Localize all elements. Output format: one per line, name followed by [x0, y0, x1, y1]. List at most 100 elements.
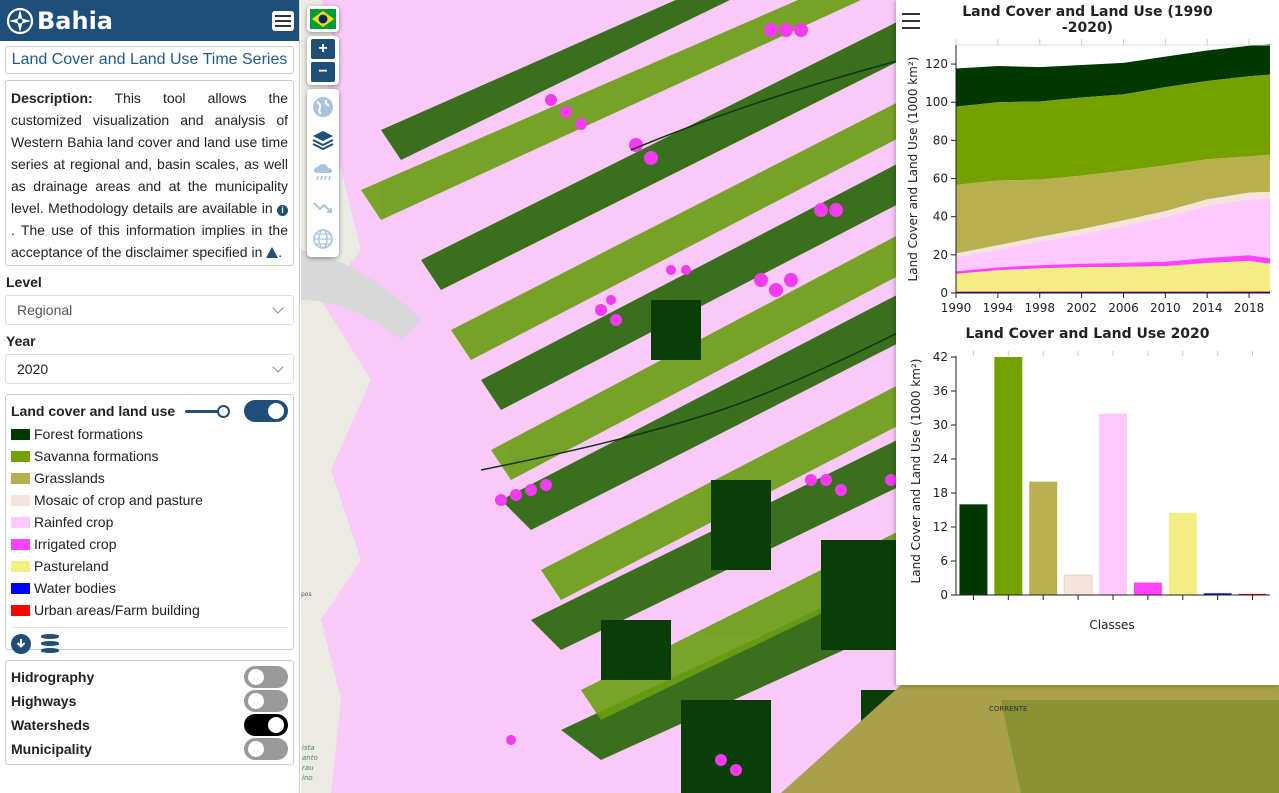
legend-item: Irrigated crop: [11, 533, 288, 555]
legend-item-label: Grasslands: [34, 470, 105, 486]
legend-swatch: [11, 428, 30, 440]
area-x-tick-label: 2002: [1066, 301, 1097, 315]
area-x-tick-label: 1990: [941, 301, 972, 315]
layer-toggle-municipality[interactable]: [244, 738, 288, 760]
legend-swatch: [11, 494, 30, 506]
legend-item: Water bodies: [11, 577, 288, 599]
top-bar: Bahia: [0, 0, 299, 41]
bar-y-tick-label: 18: [933, 486, 948, 500]
layer-toggle-hidrography[interactable]: [244, 666, 288, 688]
sidebar-menu-button[interactable]: [272, 10, 294, 31]
area-y-tick-label: 0: [940, 286, 948, 300]
description-text-3: .: [278, 244, 283, 260]
layer-toggle-highways[interactable]: [244, 690, 288, 712]
area-y-axis-label: Land Cover and Land Use (1000 km²): [906, 57, 920, 282]
map-water-label-2: anto: [302, 754, 318, 762]
brazil-flag-icon: [310, 9, 336, 29]
warning-icon[interactable]: [266, 247, 279, 258]
layer-label: Municipality: [11, 741, 92, 757]
legend-list: Forest formations Savanna formations Grass…: [11, 423, 288, 621]
description-text-2: . The use of this information implies in…: [11, 222, 288, 260]
legend-item: Pastureland: [11, 555, 288, 577]
zoom-in-button[interactable]: +: [311, 39, 335, 59]
legend-item: Urban areas/Farm building: [11, 599, 288, 621]
legend-swatch: [11, 450, 30, 462]
layer-label: Watersheds: [11, 717, 90, 733]
bar-y-tick-label: 6: [940, 554, 948, 568]
area-y-tick-label: 40: [933, 210, 948, 224]
globe-icon[interactable]: [310, 92, 336, 122]
bar-y-tick-label: 42: [933, 350, 948, 364]
tools-toolbar: [307, 89, 339, 257]
chart-panel: Land Cover and Land Use (1990 -2020) Lan…: [896, 0, 1279, 685]
legend-panel: Land cover and land use Forest formation…: [5, 394, 294, 654]
app-root: Bahia Land Cover and Land Use Time Serie…: [0, 0, 1279, 793]
bar-grasslands: [1029, 481, 1058, 595]
legend-item-label: Pastureland: [34, 558, 109, 574]
level-value: Regional: [17, 302, 73, 318]
level-label: Level: [6, 274, 42, 290]
zoom-controls: + −: [307, 36, 339, 85]
area-x-tick-label: 2010: [1150, 301, 1181, 315]
bar-pastureland: [1168, 512, 1197, 595]
layer-row-hidrography: Hidrography: [11, 665, 288, 689]
layer-toggle-watersheds[interactable]: [244, 714, 288, 736]
level-select[interactable]: Regional: [5, 295, 294, 325]
area-x-tick-label: 2006: [1108, 301, 1139, 315]
language-selector[interactable]: [307, 6, 339, 32]
brand-name: Bahia: [37, 6, 113, 35]
year-label: Year: [6, 333, 36, 349]
description-box: Description: This tool allows the custom…: [5, 80, 294, 266]
bar-y-tick-label: 12: [933, 520, 948, 534]
chevron-down-icon: [272, 302, 284, 314]
map-controls: + −: [307, 6, 339, 257]
layer-label: Highways: [11, 693, 77, 709]
bar-x-axis-label: Classes: [1089, 618, 1134, 632]
map-town-label: CORRENTE: [989, 705, 1027, 713]
legend-item-label: Forest formations: [34, 426, 143, 442]
land-cover-toggle[interactable]: [244, 400, 288, 422]
legend-item-label: Rainfed crop: [34, 514, 114, 530]
database-icon[interactable]: [41, 634, 59, 654]
trend-icon[interactable]: [310, 191, 336, 221]
bar-forest-formations: [959, 504, 988, 595]
legend-swatch: [11, 472, 30, 484]
area-x-tick-label: 1994: [983, 301, 1014, 315]
bar-rainfed-crop: [1099, 413, 1127, 595]
legend-swatch: [11, 538, 30, 550]
map-water-label-3: rau: [302, 764, 314, 772]
layer-row-highways: Highways: [11, 689, 288, 713]
year-value: 2020: [17, 361, 49, 377]
rain-icon[interactable]: [310, 158, 336, 188]
area-y-tick-label: 80: [933, 133, 948, 147]
bar-mosaic-of-crop-and-pasture: [1063, 574, 1093, 596]
year-select[interactable]: 2020: [5, 354, 294, 384]
info-icon[interactable]: i: [277, 205, 288, 216]
legend-item-label: Irrigated crop: [34, 536, 117, 552]
map-water-label-4: ino: [302, 774, 313, 782]
layers-icon[interactable]: [310, 125, 336, 155]
layers-panel: Hidrography Highways Watersheds Municipalit…: [5, 660, 294, 765]
download-icon[interactable]: [11, 634, 31, 654]
legend-item: Forest formations: [11, 423, 288, 445]
area-y-tick-label: 120: [925, 57, 948, 71]
world-grid-icon[interactable]: [310, 224, 336, 254]
legend-item: Savanna formations: [11, 445, 288, 467]
legend-title: Land cover and land use: [11, 403, 176, 419]
legend-item-label: Urban areas/Farm building: [34, 602, 200, 618]
legend-swatch: [11, 604, 30, 616]
area-x-tick-label: 2014: [1192, 301, 1223, 315]
layer-row-watersheds: Watersheds: [11, 713, 288, 737]
map-label-small: pos: [301, 591, 312, 598]
tool-title: Land Cover and Land Use Time Series: [5, 46, 294, 74]
legend-swatch: [11, 516, 30, 528]
legend-item-label: Mosaic of crop and pasture: [34, 492, 203, 508]
description-label: Description:: [11, 90, 93, 106]
legend-swatch: [11, 560, 30, 572]
zoom-out-button[interactable]: −: [311, 62, 335, 82]
legend-item-label: Water bodies: [34, 580, 116, 596]
opacity-slider[interactable]: [185, 404, 230, 418]
brand-logo[interactable]: Bahia: [6, 7, 113, 35]
bar-irrigated-crop: [1133, 582, 1162, 595]
bar-y-axis-label: Land Cover and Land Use (1000 km²): [909, 359, 923, 584]
